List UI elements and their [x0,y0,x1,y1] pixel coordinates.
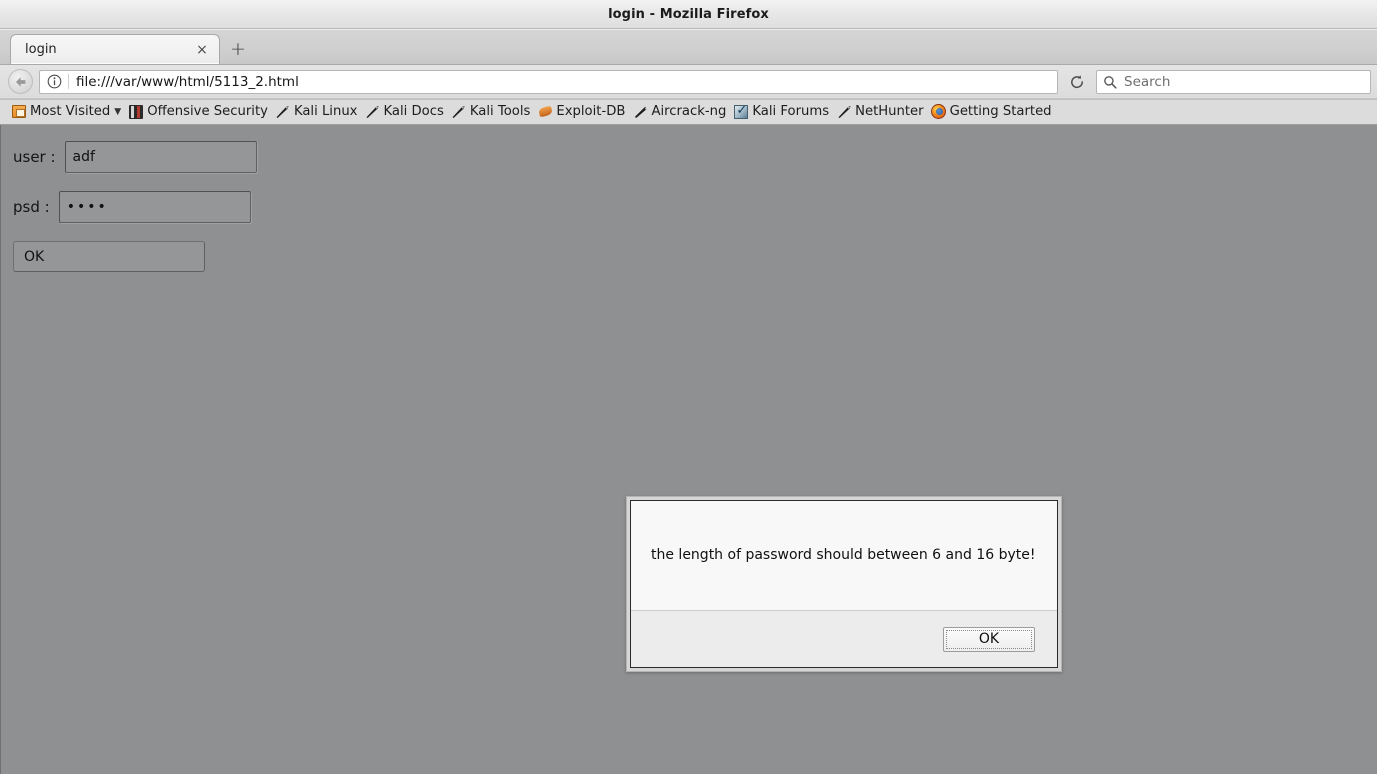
dragon-icon [365,104,381,120]
offensive-security-icon [128,104,144,120]
bookmark-label: Most Visited [30,104,111,119]
firefox-icon [931,104,947,120]
bookmark-kali-tools[interactable]: Kali Tools [449,101,536,123]
bookmark-label: Aircrack-ng [651,104,727,119]
bookmark-label: Getting Started [949,104,1052,119]
title-bar: login - Mozilla Firefox [0,0,1377,29]
url-bar[interactable]: file:///var/www/html/5113_2.html [39,69,1058,94]
close-icon[interactable]: × [193,41,211,59]
bookmark-offensive-security[interactable]: Offensive Security [126,101,273,123]
chevron-down-icon: ▼ [114,106,122,117]
bookmark-label: Exploit-DB [556,104,626,119]
bookmark-label: Kali Tools [469,104,531,119]
password-input[interactable]: •••• [58,191,251,223]
alert-message: the length of password should between 6 … [651,546,1036,563]
url-divider [68,74,69,89]
user-input[interactable]: adf [64,141,257,173]
password-label: psd : [13,198,50,216]
bookmark-getting-started[interactable]: Getting Started [929,101,1057,123]
bookmark-kali-docs[interactable]: Kali Docs [363,101,449,123]
dragon-icon [451,104,467,120]
bookmark-label: Kali Docs [383,104,444,119]
bookmark-label: Kali Linux [293,104,358,119]
navigation-toolbar: file:///var/www/html/5113_2.html Search [0,65,1377,99]
reload-icon[interactable] [1064,70,1090,94]
submit-button[interactable]: OK [13,241,205,272]
dragon-icon [632,104,648,120]
alert-dialog-footer: OK [631,610,1057,667]
alert-dialog: the length of password should between 6 … [626,496,1062,672]
login-form: user : adf psd : •••• OK [1,125,1377,272]
tab-label: login [25,42,57,57]
password-row: psd : •••• [13,191,1377,223]
bookmark-kali-forums[interactable]: Kali Forums [731,101,834,123]
bookmark-label: NetHunter [855,104,924,119]
bookmark-label: Kali Forums [752,104,830,119]
alert-ok-button[interactable]: OK [943,626,1035,652]
info-icon[interactable] [46,73,63,90]
most-visited-icon [11,104,27,120]
user-label: user : [13,148,56,166]
window-title: login - Mozilla Firefox [608,6,769,22]
tab-strip: login × + [0,29,1377,65]
alert-dialog-frame: the length of password should between 6 … [630,500,1058,668]
bookmark-nethunter[interactable]: NetHunter [834,101,929,123]
dragon-icon [275,104,291,120]
url-text: file:///var/www/html/5113_2.html [76,73,299,90]
bookmark-label: Offensive Security [147,104,268,119]
back-arrow-icon[interactable] [8,69,33,94]
dragon-icon [836,104,852,120]
exploit-db-icon [537,104,553,120]
bookmark-most-visited[interactable]: Most Visited ▼ [9,101,126,123]
bookmark-exploit-db[interactable]: Exploit-DB [535,101,630,123]
bookmark-aircrack-ng[interactable]: Aircrack-ng [630,101,731,123]
search-input[interactable]: Search [1096,69,1371,94]
browser-window: login - Mozilla Firefox login × + file:/… [0,0,1377,774]
bookmarks-toolbar: Most Visited ▼ Offensive Security Kali L… [0,99,1377,125]
alert-dialog-body: the length of password should between 6 … [631,501,1057,610]
kali-forums-icon [733,103,749,120]
new-tab-button[interactable]: + [222,34,254,64]
search-placeholder: Search [1124,73,1171,90]
user-row: user : adf [13,141,1377,173]
search-icon [1103,75,1117,89]
tab-login[interactable]: login × [10,34,220,64]
bookmark-kali-linux[interactable]: Kali Linux [273,101,363,123]
page-viewport: user : adf psd : •••• OK the length of p… [0,125,1377,774]
